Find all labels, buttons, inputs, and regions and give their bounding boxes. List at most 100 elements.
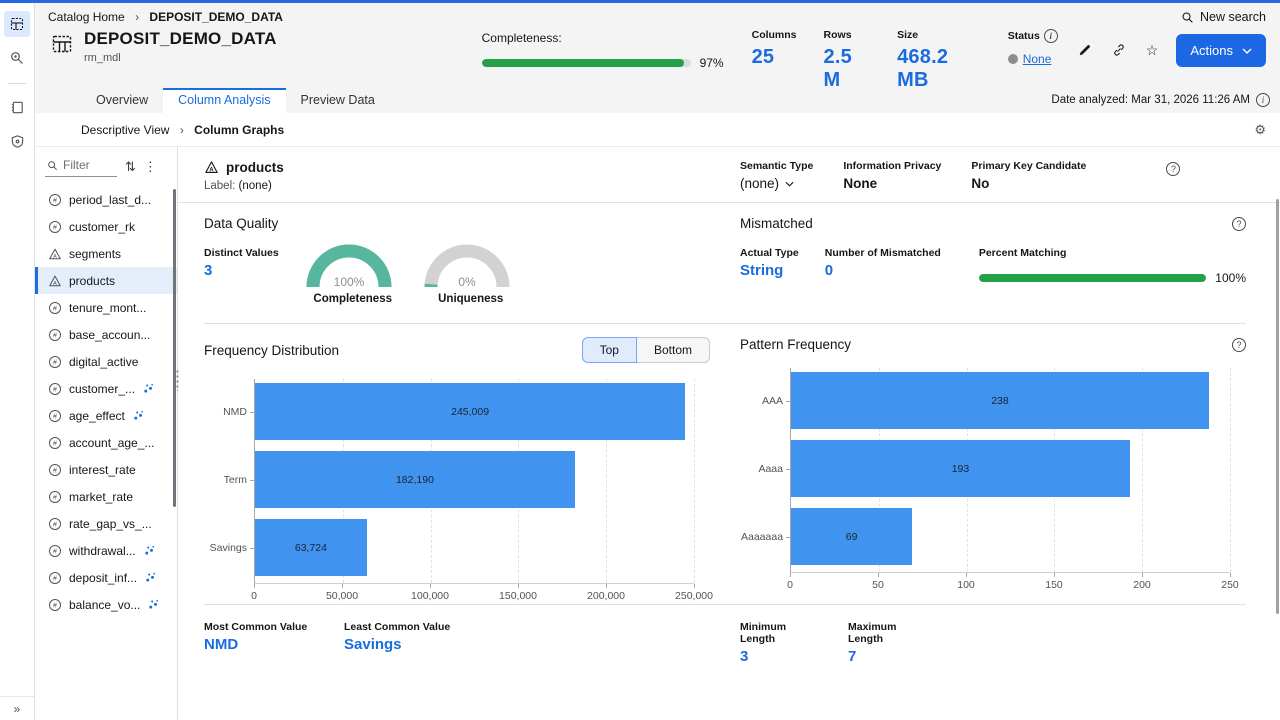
main-scrollbar[interactable] xyxy=(1276,199,1279,614)
sidebar-column-withdrawal[interactable]: #withdrawal... xyxy=(35,537,177,564)
expand-rail-button[interactable]: » xyxy=(0,696,34,720)
page-title: DEPOSIT_DEMO_DATA xyxy=(84,29,277,49)
numeric-type-icon: # xyxy=(48,571,62,585)
toggle-top-button[interactable]: Top xyxy=(582,337,637,363)
gauge-uniqueness: 0%Uniqueness xyxy=(423,243,519,305)
edit-icon[interactable] xyxy=(1078,43,1092,57)
tab-preview-data[interactable]: Preview Data xyxy=(286,88,390,113)
svg-text:#: # xyxy=(53,521,57,528)
column-name-label: period_last_d... xyxy=(69,193,151,207)
x-axis-tick-label: 100,000 xyxy=(411,590,449,602)
new-search-button[interactable]: New search xyxy=(1181,10,1266,24)
filter-search-icon xyxy=(47,160,58,171)
numeric-type-icon: # xyxy=(48,355,62,369)
bar-row: Savings63,724 xyxy=(255,519,694,576)
svg-text:#: # xyxy=(53,197,57,204)
x-axis-tick-label: 150 xyxy=(1045,579,1063,591)
numeric-type-icon: # xyxy=(48,598,62,612)
breadcrumb: Catalog Home › DEPOSIT_DEMO_DATA xyxy=(48,10,283,24)
date-analyzed-info-icon[interactable]: i xyxy=(1256,93,1270,107)
y-axis-label: Aaaa xyxy=(741,463,783,475)
y-axis-label: Term xyxy=(205,474,247,486)
filter-field[interactable] xyxy=(45,156,117,177)
y-axis-label: Aaaaaaa xyxy=(741,531,783,543)
column-name-label: base_accoun... xyxy=(69,328,150,342)
sidebar-column-account_age_[interactable]: #account_age_... xyxy=(35,429,177,456)
pattern-help-icon[interactable]: ? xyxy=(1232,338,1246,352)
distinct-values: Distinct Values 3 xyxy=(204,247,279,305)
ai-suggested-icon xyxy=(144,545,155,556)
sort-icon[interactable]: ⇅ xyxy=(125,160,136,173)
bar-value-label: 193 xyxy=(952,463,970,475)
search-asset-icon xyxy=(9,50,25,66)
status-none-link[interactable]: None xyxy=(1023,52,1052,66)
breadcrumb-separator: › xyxy=(135,10,139,24)
x-axis-tick-label: 50 xyxy=(872,579,884,591)
svg-text:A: A xyxy=(53,280,57,286)
sidebar-column-customer_[interactable]: #customer_... xyxy=(35,375,177,402)
tab-overview[interactable]: Overview xyxy=(81,88,163,113)
sidebar-column-segments[interactable]: Asegments xyxy=(35,240,177,267)
sidebar-column-deposit_inf[interactable]: #deposit_inf... xyxy=(35,564,177,591)
column-name-label: balance_vo... xyxy=(69,598,140,612)
descriptive-view-link[interactable]: Descriptive View xyxy=(81,123,169,137)
overflow-menu-icon[interactable]: ⋮ xyxy=(144,160,157,173)
actions-button[interactable]: Actions xyxy=(1176,34,1266,67)
chevron-down-icon xyxy=(785,181,794,187)
number-of-mismatched: Number of Mismatched 0 xyxy=(825,247,941,285)
metadata-search-nav-button[interactable] xyxy=(4,45,30,71)
breadcrumb-current: DEPOSIT_DEMO_DATA xyxy=(149,10,283,24)
completeness-percent: 97% xyxy=(700,56,724,70)
column-analysis-main: A products Label: (none) Semantic Type xyxy=(178,147,1280,720)
sidebar-column-customer_rk[interactable]: #customer_rk xyxy=(35,213,177,240)
notebook-nav-button[interactable] xyxy=(4,94,30,120)
string-type-icon: A xyxy=(204,160,219,175)
tab-column-analysis[interactable]: Column Analysis xyxy=(163,88,285,113)
toggle-bottom-button[interactable]: Bottom xyxy=(637,337,710,363)
completeness-progress-bar xyxy=(482,59,691,67)
favorite-star-icon[interactable]: ☆ xyxy=(1146,43,1159,57)
svg-text:#: # xyxy=(53,224,57,231)
catalog-nav-button[interactable] xyxy=(4,11,30,37)
y-axis-label: Savings xyxy=(205,542,247,554)
svg-text:#: # xyxy=(53,494,57,501)
sidebar-scrollbar[interactable] xyxy=(173,189,176,507)
sidebar-column-age_effect[interactable]: #age_effect xyxy=(35,402,177,429)
data-quality-section: Data Quality Distinct Values 3 100%Compl… xyxy=(204,203,710,323)
page-header: Catalog Home › DEPOSIT_DEMO_DATA New sea… xyxy=(35,3,1280,88)
minimum-length: Minimum Length 3 xyxy=(740,621,818,665)
double-chevron-right-icon: » xyxy=(14,702,21,716)
svg-text:A: A xyxy=(53,253,57,259)
sidebar-column-interest_rate[interactable]: #interest_rate xyxy=(35,456,177,483)
column-help-icon[interactable]: ? xyxy=(1166,162,1180,176)
column-list: #period_last_d...#customer_rkAsegmentsAp… xyxy=(35,186,177,618)
settings-gear-icon[interactable]: ⚙ xyxy=(1254,122,1266,138)
breadcrumb-catalog-home-link[interactable]: Catalog Home xyxy=(48,10,125,24)
sidebar-column-rate_gap_vs_[interactable]: #rate_gap_vs_... xyxy=(35,510,177,537)
governance-nav-button[interactable] xyxy=(4,128,30,154)
chevron-down-icon xyxy=(1242,48,1252,54)
sidebar-column-products[interactable]: Aproducts xyxy=(35,267,177,294)
dataset-stat: Rows2.5 M xyxy=(824,29,871,92)
mismatched-help-icon[interactable]: ? xyxy=(1232,217,1246,231)
sidebar-column-base_accoun[interactable]: #base_accoun... xyxy=(35,321,177,348)
sidebar-column-digital_active[interactable]: #digital_active xyxy=(35,348,177,375)
semantic-type-dropdown[interactable]: (none) xyxy=(740,176,813,191)
dataset-stats: Columns25Rows2.5 MSize468.2 MB xyxy=(752,29,978,92)
bar-value-label: 245,009 xyxy=(451,406,489,418)
information-privacy-value: None xyxy=(843,176,941,191)
column-name-label: tenure_mont... xyxy=(69,301,146,315)
sidebar-column-tenure_mont[interactable]: #tenure_mont... xyxy=(35,294,177,321)
bar-row: Term182,190 xyxy=(255,451,694,508)
sidebar-column-market_rate[interactable]: # market_rate xyxy=(35,483,177,510)
status-info-icon[interactable]: i xyxy=(1044,29,1058,43)
x-axis-tick-label: 200,000 xyxy=(587,590,625,602)
link-icon[interactable] xyxy=(1112,43,1126,57)
sidebar-column-balance_vo[interactable]: # balance_vo... xyxy=(35,591,177,618)
column-name-label: products xyxy=(69,274,115,288)
column-name-label: account_age_... xyxy=(69,436,154,450)
filter-input[interactable] xyxy=(63,158,113,172)
sidebar-column-period_last_d[interactable]: # period_last_d... xyxy=(35,186,177,213)
status-dot xyxy=(1008,54,1018,64)
column-name-label: market_rate xyxy=(69,490,133,504)
